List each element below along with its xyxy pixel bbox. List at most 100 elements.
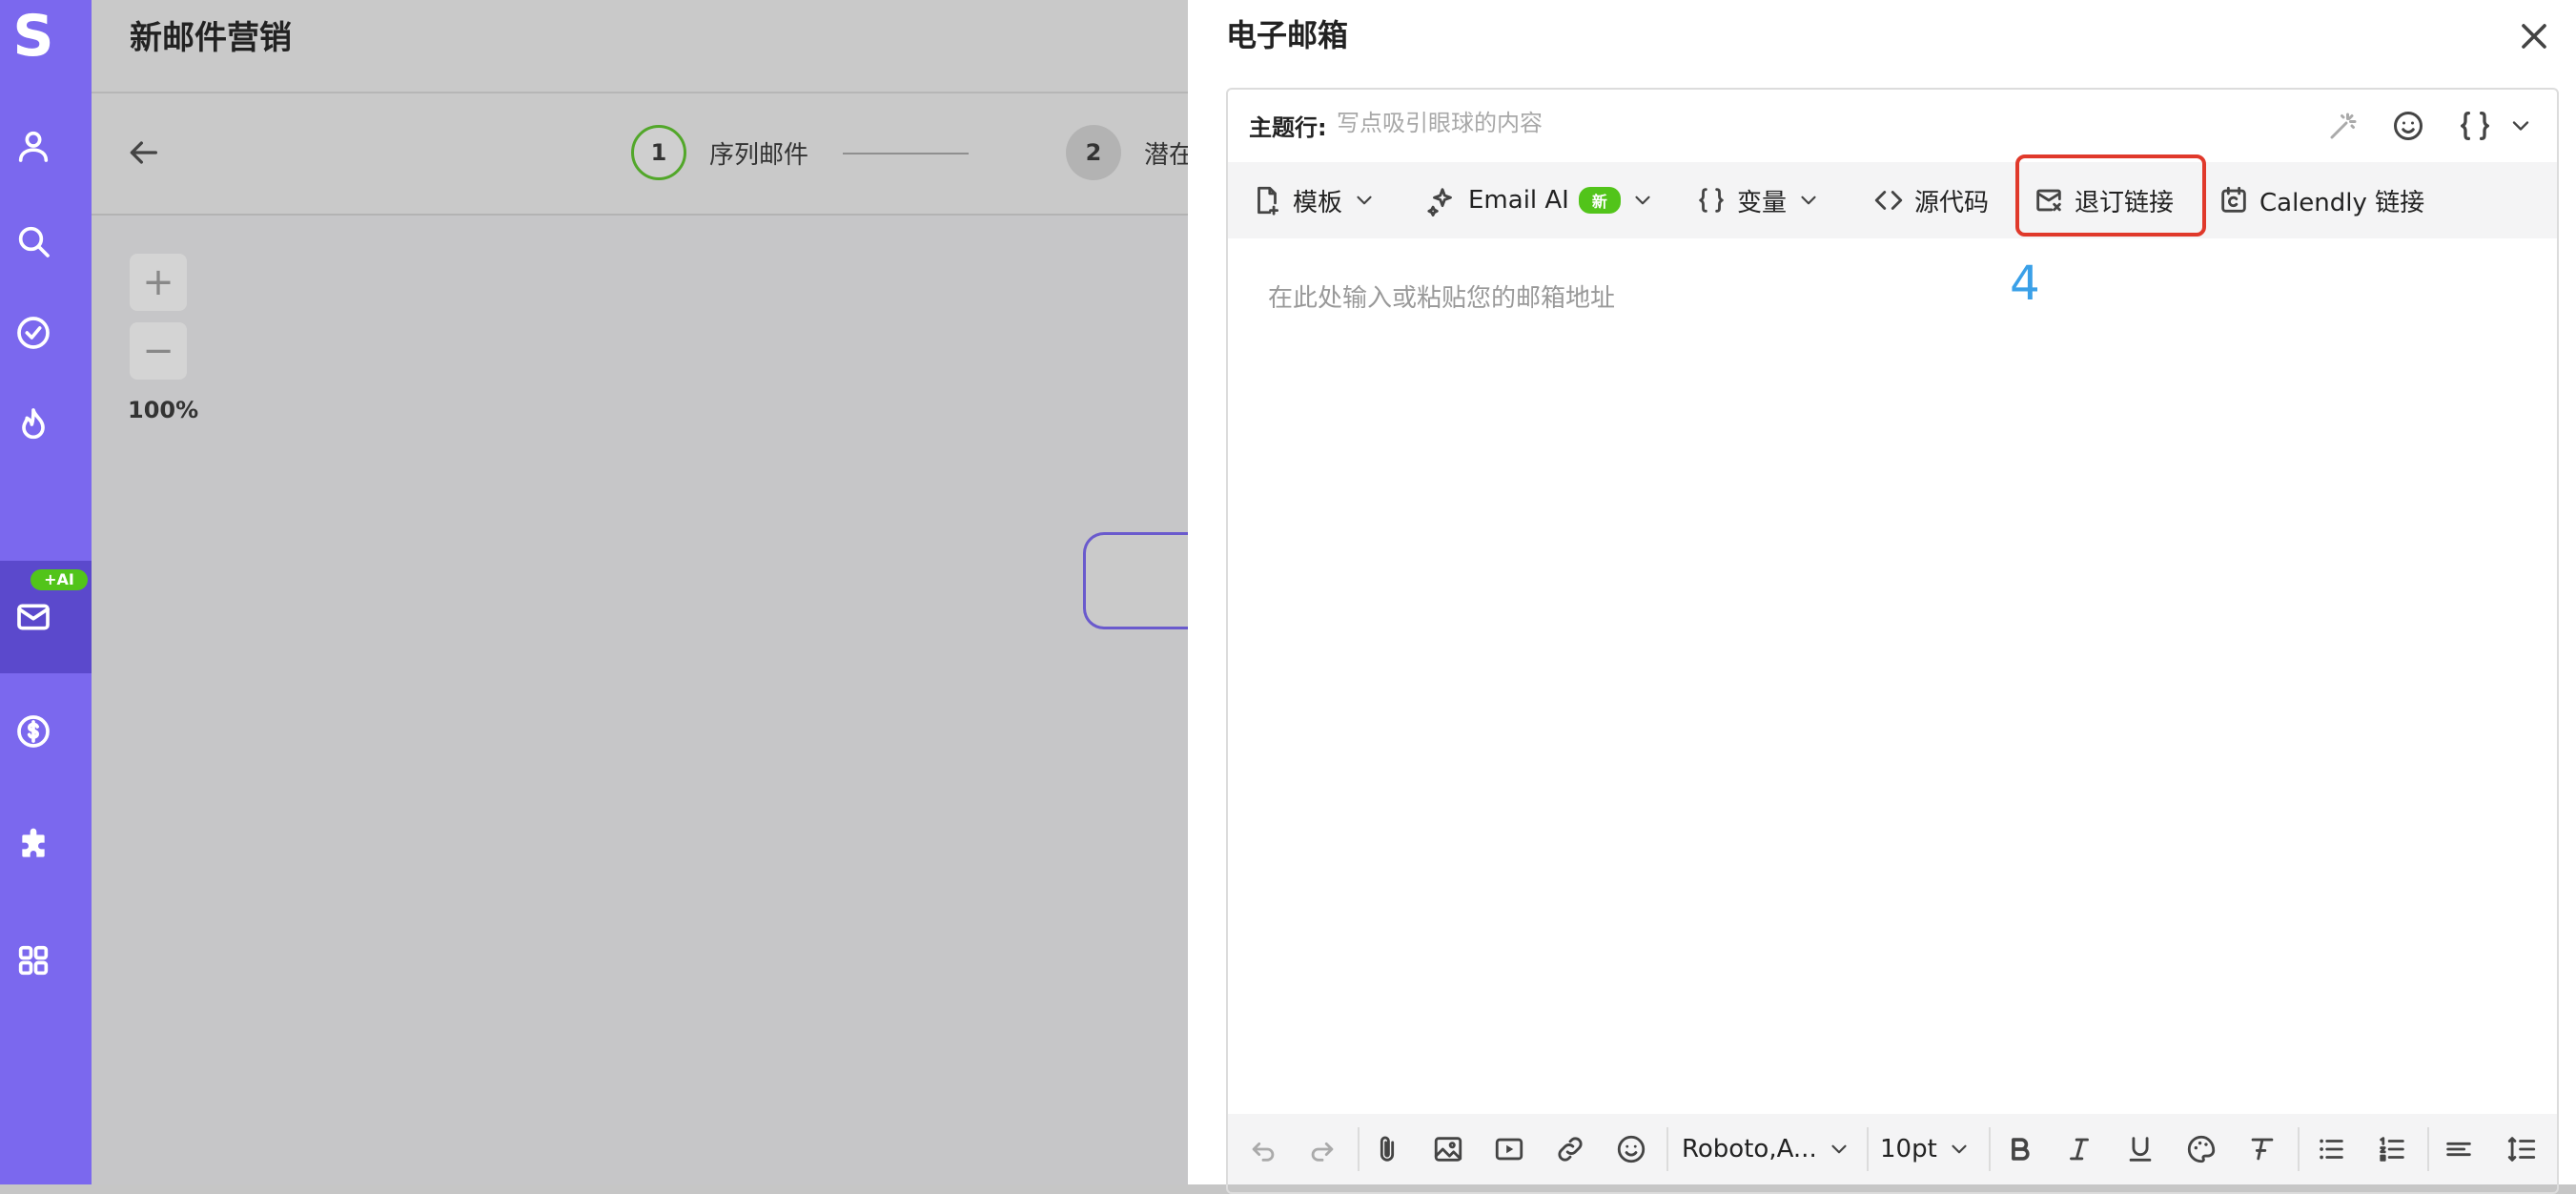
mail-icon bbox=[17, 604, 50, 630]
align-left-icon bbox=[2446, 1142, 2471, 1157]
bullet-list-button[interactable] bbox=[2313, 1131, 2349, 1167]
check-circle-icon bbox=[17, 317, 50, 349]
sparkle-icon bbox=[1427, 188, 1452, 216]
nav-apps[interactable] bbox=[0, 927, 67, 994]
email-ai-label: Email AI bbox=[1468, 186, 1569, 215]
template-button[interactable]: 模板 bbox=[1251, 181, 1377, 219]
calendly-link-label: Calendly 链接 bbox=[2259, 188, 2425, 217]
clear-format-button[interactable] bbox=[2244, 1131, 2280, 1167]
text-color-button[interactable] bbox=[2183, 1131, 2219, 1167]
email-body-placeholder[interactable]: 在此处输入或粘贴您的邮箱地址 bbox=[1268, 278, 1615, 314]
template-icon bbox=[1257, 186, 1279, 216]
numbered-list-icon bbox=[2380, 1137, 2404, 1162]
step-1-circle[interactable]: 1 bbox=[631, 125, 686, 180]
chevron-down-icon bbox=[1357, 196, 1372, 205]
chevron-down-icon bbox=[1831, 1144, 1847, 1154]
nav-contacts[interactable] bbox=[0, 113, 67, 179]
subject-label: 主题行: bbox=[1249, 114, 1327, 141]
underline-icon bbox=[2129, 1137, 2152, 1162]
step-connector bbox=[843, 153, 969, 154]
flow-canvas bbox=[92, 216, 1188, 1184]
puzzle-icon bbox=[22, 828, 45, 857]
link-icon bbox=[1558, 1137, 1583, 1162]
dollar-icon bbox=[17, 715, 50, 748]
toolbar-separator bbox=[1358, 1127, 1360, 1171]
redo-icon bbox=[1311, 1142, 1334, 1162]
numbered-list-button[interactable] bbox=[2374, 1131, 2410, 1167]
undo-button[interactable] bbox=[1245, 1131, 1281, 1167]
zoom-level: 100% bbox=[128, 397, 199, 423]
back-arrow-icon[interactable] bbox=[124, 134, 162, 172]
bullet-list-icon bbox=[2320, 1139, 2343, 1160]
variable-braces-icon[interactable] bbox=[2456, 107, 2494, 145]
new-badge: 新 bbox=[1578, 187, 1621, 214]
toolbar-separator bbox=[1989, 1127, 1991, 1171]
toolbar-separator bbox=[2427, 1127, 2429, 1171]
line-height-icon bbox=[2507, 1137, 2536, 1162]
close-icon[interactable] bbox=[2513, 15, 2555, 57]
insert-image-button[interactable] bbox=[1430, 1131, 1466, 1167]
chevron-down-icon[interactable] bbox=[2507, 113, 2534, 139]
nav-tasks[interactable] bbox=[0, 299, 67, 366]
step-1-label[interactable]: 序列邮件 bbox=[709, 135, 808, 171]
chevron-down-icon bbox=[1635, 196, 1650, 205]
chevron-down-icon bbox=[1952, 1144, 1967, 1154]
insert-video-button[interactable] bbox=[1491, 1131, 1527, 1167]
email-ai-button[interactable]: Email AI 新 bbox=[1426, 181, 1655, 219]
paperclip-icon bbox=[1380, 1136, 1395, 1162]
nav-deals[interactable] bbox=[0, 698, 67, 765]
font-size-value: 10pt bbox=[1880, 1135, 1937, 1163]
nav-email[interactable] bbox=[0, 584, 67, 650]
nav-hot[interactable] bbox=[0, 391, 67, 458]
user-icon bbox=[18, 131, 49, 162]
align-button[interactable] bbox=[2441, 1131, 2477, 1167]
font-size-select[interactable]: 10pt bbox=[1880, 1131, 1972, 1167]
email-editor bbox=[1226, 88, 2559, 1194]
bold-button[interactable] bbox=[2002, 1131, 2038, 1167]
toolbar-separator bbox=[1666, 1127, 1668, 1171]
fire-icon bbox=[22, 408, 45, 440]
undo-icon bbox=[1252, 1142, 1275, 1162]
source-code-button[interactable]: 源代码 bbox=[1872, 181, 1989, 219]
calendar-icon bbox=[2221, 186, 2246, 213]
italic-icon bbox=[2070, 1138, 2089, 1161]
clear-format-icon bbox=[2251, 1138, 2274, 1161]
variables-button[interactable]: 变量 bbox=[1695, 181, 1821, 219]
nav-integrations[interactable] bbox=[0, 813, 67, 879]
code-icon bbox=[1874, 191, 1903, 210]
attachment-button[interactable] bbox=[1369, 1131, 1405, 1167]
app-logo[interactable]: S bbox=[0, 8, 67, 65]
insert-link-button[interactable] bbox=[1552, 1131, 1588, 1167]
source-code-label: 源代码 bbox=[1914, 188, 1990, 217]
font-family-select[interactable]: Roboto,A... bbox=[1682, 1131, 1851, 1167]
emoji-icon[interactable] bbox=[2391, 109, 2425, 143]
underline-button[interactable] bbox=[2122, 1131, 2158, 1167]
apps-grid-icon bbox=[18, 945, 49, 976]
bold-icon bbox=[2012, 1138, 2030, 1161]
toolbar-separator bbox=[1867, 1127, 1869, 1171]
calendly-link-button[interactable]: Calendly 链接 bbox=[2218, 181, 2424, 219]
variable-braces-icon bbox=[1699, 188, 1724, 213]
highlight-annotation-box bbox=[2015, 154, 2206, 237]
image-icon bbox=[1434, 1137, 1462, 1162]
palette-icon bbox=[2187, 1135, 2216, 1163]
zoom-in-button[interactable]: + bbox=[130, 254, 187, 311]
subject-input[interactable] bbox=[1335, 105, 1911, 141]
magic-wand-icon[interactable] bbox=[2326, 109, 2361, 143]
annotation-number: 4 bbox=[2010, 256, 2040, 311]
zoom-out-button[interactable]: − bbox=[130, 322, 187, 380]
page-title: 新邮件营销 bbox=[130, 19, 292, 57]
panel-title: 电子邮箱 bbox=[1226, 17, 1349, 53]
redo-button[interactable] bbox=[1304, 1131, 1340, 1167]
template-label: 模板 bbox=[1293, 188, 1343, 217]
nav-search[interactable] bbox=[0, 208, 67, 275]
video-icon bbox=[1495, 1138, 1523, 1161]
chevron-down-icon bbox=[1801, 196, 1816, 205]
line-height-button[interactable] bbox=[2504, 1131, 2540, 1167]
step-2-label[interactable]: 潜在 bbox=[1144, 135, 1194, 171]
emoji-icon bbox=[1617, 1135, 1646, 1163]
insert-emoji-button[interactable] bbox=[1613, 1131, 1649, 1167]
step-2-circle[interactable]: 2 bbox=[1066, 125, 1121, 180]
italic-button[interactable] bbox=[2061, 1131, 2097, 1167]
variables-label: 变量 bbox=[1737, 188, 1788, 217]
